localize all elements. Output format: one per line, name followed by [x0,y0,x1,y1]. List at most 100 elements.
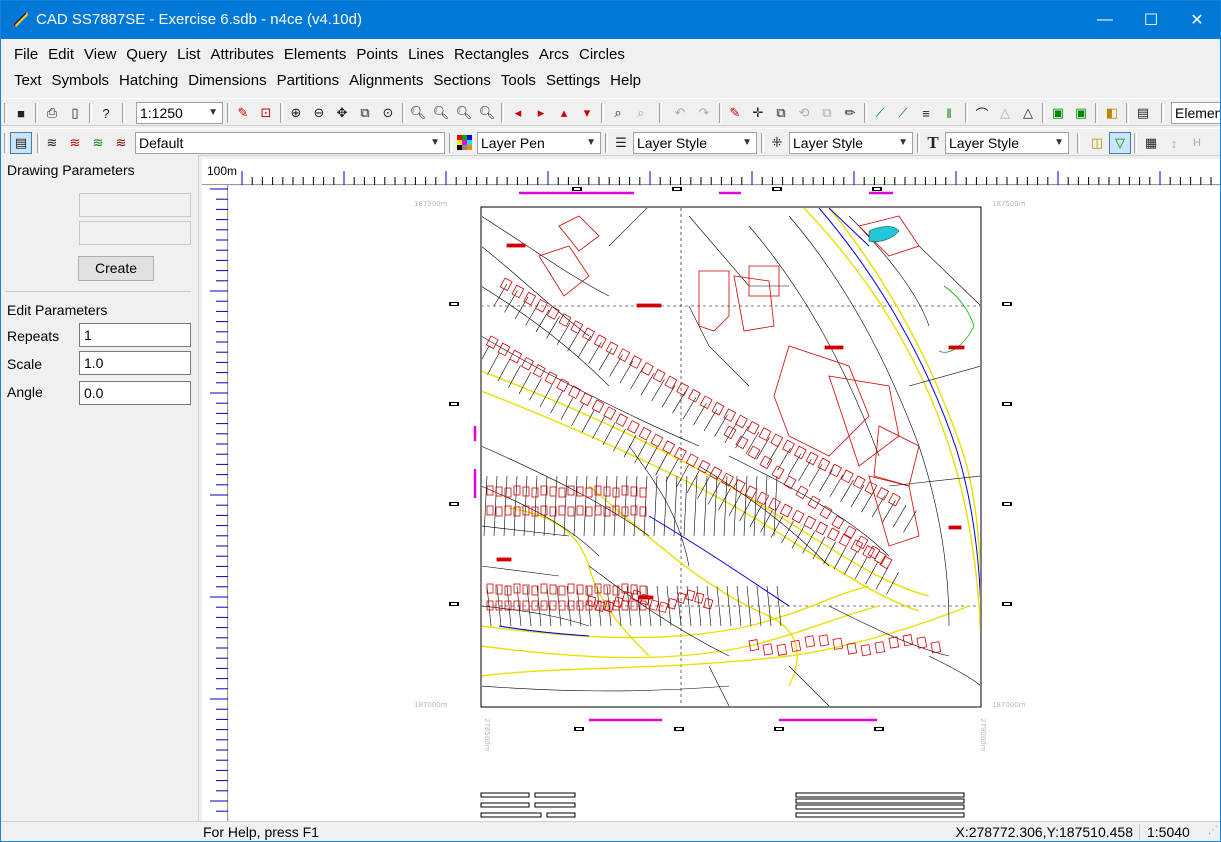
zoom-previous-button[interactable]: ⧉ [354,102,376,124]
zoom-extents-button[interactable]: ⊖ [308,102,330,124]
minimize-button[interactable]: — [1082,1,1128,39]
edit-brush-button[interactable]: ✎ [724,102,746,124]
toolbar-grip[interactable] [4,103,7,123]
grid-button[interactable]: ▣ [1047,102,1069,124]
symbol-style-button[interactable]: ⁜ [766,132,788,154]
height-button[interactable]: ↕ [1163,132,1185,154]
menu-settings[interactable]: Settings [541,68,605,94]
top-ruler[interactable]: 100m [202,159,1220,185]
menu-points[interactable]: Points [351,42,403,68]
grid-2-button[interactable]: ▣ [1070,102,1092,124]
pen-colour-button[interactable] [454,132,476,154]
menu-lines[interactable]: Lines [403,42,449,68]
zoom-query-button[interactable]: 🔍︎ [453,102,475,124]
line-style-combo[interactable]: Layer Style ▼ [633,132,757,154]
maximize-button[interactable]: ☐ [1128,1,1174,39]
zoom-in-button[interactable]: 🔍︎ [407,102,429,124]
layer-2-button[interactable]: ≋ [64,132,86,154]
scale-field[interactable]: 1.0 [79,351,191,375]
grid-label-easting-left: 278500m [483,718,491,752]
symbol-style-combo[interactable]: Layer Style ▼ [789,132,913,154]
menu-circles[interactable]: Circles [574,42,630,68]
move-button[interactable]: ✛ [747,102,769,124]
pen-combo[interactable]: Layer Pen ▼ [477,132,601,154]
arc-tool-3-button[interactable]: △ [1017,102,1039,124]
snap-button[interactable]: ⊡ [255,102,277,124]
menu-arcs[interactable]: Arcs [534,42,574,68]
title-bar[interactable]: CAD SS7887SE - Exercise 6.sdb - n4ce (v4… [1,1,1220,39]
query-off-button[interactable]: ⌕ [630,102,652,124]
save-button[interactable]: ■ [10,102,32,124]
arc-tool-2-button[interactable]: △ [994,102,1016,124]
copy-button[interactable]: ⧉ [770,102,792,124]
pan-left-button[interactable]: ◂ [507,102,529,124]
layer-3-button[interactable]: ≋ [87,132,109,154]
angle-field[interactable]: 0.0 [79,381,191,405]
text-style-combo[interactable]: Layer Style ▼ [945,132,1069,154]
menu-sections[interactable]: Sections [428,68,496,94]
menu-file[interactable]: File [9,42,43,68]
undo-button[interactable]: ↶ [669,102,691,124]
toolbar-grip[interactable] [4,133,7,153]
create-button[interactable]: Create [78,256,154,281]
pan-down-button[interactable]: ▾ [576,102,598,124]
line-tool-button[interactable]: ⟋ [869,102,891,124]
drawing-canvas[interactable]: 187500m 187500m 187000m 187000m 278500m … [229,186,1220,821]
bring-front-button[interactable]: ◫ [1086,132,1108,154]
print-button[interactable]: ⎙ [41,102,63,124]
menu-query[interactable]: Query [121,42,172,68]
zoom-point-button[interactable]: 🔍︎ [476,102,498,124]
resize-grip-icon[interactable]: ⋰ [1208,825,1218,836]
line-style-button[interactable]: ☰ [610,132,632,154]
repeats-field[interactable]: 1 [79,323,191,347]
arc-tool-button[interactable]: ⌒ [971,102,993,124]
menu-list[interactable]: List [172,42,205,68]
menu-alignments[interactable]: Alignments [344,68,428,94]
layer-combo[interactable]: Default ▼ [135,132,445,154]
menu-elements[interactable]: Elements [279,42,352,68]
zoom-window-button[interactable]: ⊕ [285,102,307,124]
left-ruler[interactable] [202,185,228,821]
height-label-button[interactable]: H [1186,132,1208,154]
rotate-button[interactable]: ⟲ [793,102,815,124]
scale-combo[interactable]: 1:1250 ▼ [136,102,223,124]
help-button[interactable]: ? [95,102,117,124]
line-tool-2-button[interactable]: ⟋ [892,102,914,124]
redo-button[interactable]: ↷ [693,102,715,124]
menu-tools[interactable]: Tools [496,68,541,94]
menu-edit[interactable]: Edit [43,42,79,68]
zoom-pan-button[interactable]: ✥ [331,102,353,124]
menu-text[interactable]: Text [9,68,47,94]
layer-manager-button[interactable]: ▤ [10,132,32,154]
menu-symbols[interactable]: Symbols [47,68,115,94]
menu-partitions[interactable]: Partitions [272,68,345,94]
offset-button[interactable]: ‖ [938,102,960,124]
zoom-out-button[interactable]: 🔍︎ [430,102,452,124]
layers-button[interactable]: ◧ [1101,102,1123,124]
pencil-button[interactable]: ✏ [839,102,861,124]
menu-rectangles[interactable]: Rectangles [449,42,534,68]
pen-tool-button[interactable]: ✎ [232,102,254,124]
pan-up-button[interactable]: ▴ [553,102,575,124]
duplicate-button[interactable]: ⧉ [816,102,838,124]
query-button[interactable]: ⌕ [607,102,629,124]
menu-hatching[interactable]: Hatching [114,68,183,94]
hatch-button[interactable]: ▦ [1140,132,1162,154]
elements-combo[interactable]: Elemen [1171,102,1220,124]
menu-view[interactable]: View [79,42,121,68]
drawing-param-field-1[interactable] [79,193,191,217]
zoom-all-button[interactable]: ⊙ [377,102,399,124]
layer-4-button[interactable]: ≋ [110,132,132,154]
properties-button[interactable]: ▤ [1132,102,1154,124]
close-button[interactable]: ✕ [1174,1,1220,39]
parallel-button[interactable]: ≡ [915,102,937,124]
menu-dimensions[interactable]: Dimensions [183,68,271,94]
print-preview-button[interactable]: ▯ [64,102,86,124]
drawing-param-field-2[interactable] [79,221,191,245]
menu-attributes[interactable]: Attributes [205,42,278,68]
filter-button[interactable]: ▽ [1109,132,1131,154]
text-style-button[interactable]: T [922,132,944,154]
pan-right-button[interactable]: ▸ [530,102,552,124]
menu-help[interactable]: Help [605,68,646,94]
layer-1-button[interactable]: ≋ [41,132,63,154]
